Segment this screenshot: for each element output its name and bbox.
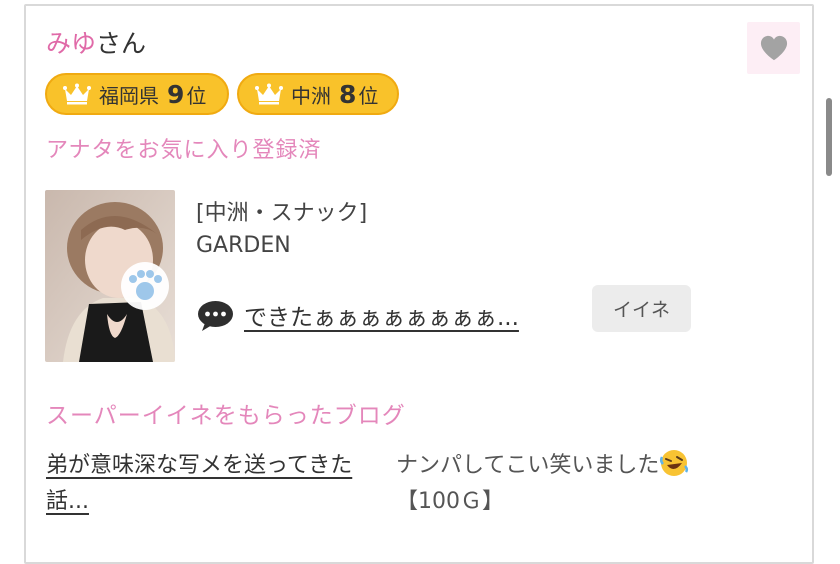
scrollbar[interactable] xyxy=(826,98,832,176)
super-iine-heading: スーパーイイネをもらったブログ xyxy=(46,403,406,429)
blog-excerpt-text: ナンパしてこい笑いました xyxy=(396,453,660,478)
cast-name[interactable]: みゆさん xyxy=(46,28,146,60)
blog-title-link[interactable]: 弟が意味深な写メを送ってきた話... xyxy=(46,448,386,520)
cast-photo[interactable] xyxy=(45,190,175,362)
rank-suffix: 位 xyxy=(358,83,379,108)
cast-name-main: みゆ xyxy=(46,29,97,58)
comment-link[interactable]: できたぁぁぁぁぁぁぁぁ... xyxy=(244,298,519,332)
shop-category: [中洲・スナック] xyxy=(196,201,368,226)
iine-button[interactable]: イイネ xyxy=(592,285,691,332)
blog-excerpt: ナンパしてこい笑いました 【100Ｇ】 xyxy=(396,448,756,520)
blog-title-text: 弟が意味深な写メを送ってきた話... xyxy=(46,453,353,514)
rank-number: 9 xyxy=(167,79,185,109)
favorite-button[interactable] xyxy=(747,22,800,74)
heart-icon xyxy=(760,35,787,61)
rank-badge-area[interactable]: 中洲 8 位 xyxy=(237,73,399,115)
shop-name[interactable]: GARDEN xyxy=(196,233,291,258)
rank-suffix: 位 xyxy=(186,83,207,108)
speech-bubble-icon xyxy=(198,301,233,331)
favorite-status: アナタをお気に入り登録済 xyxy=(46,138,322,163)
cast-name-suffix: さん xyxy=(96,29,147,58)
rank-region: 中洲 xyxy=(291,83,331,108)
crown-icon xyxy=(255,83,283,105)
blog-price: 【100Ｇ】 xyxy=(396,489,504,514)
rofl-emoji-icon xyxy=(660,450,689,476)
rank-badge-prefecture[interactable]: 福岡県 9 位 xyxy=(45,73,229,115)
rank-number: 8 xyxy=(339,79,357,109)
crown-icon xyxy=(63,83,91,105)
rank-region: 福岡県 xyxy=(99,83,159,108)
